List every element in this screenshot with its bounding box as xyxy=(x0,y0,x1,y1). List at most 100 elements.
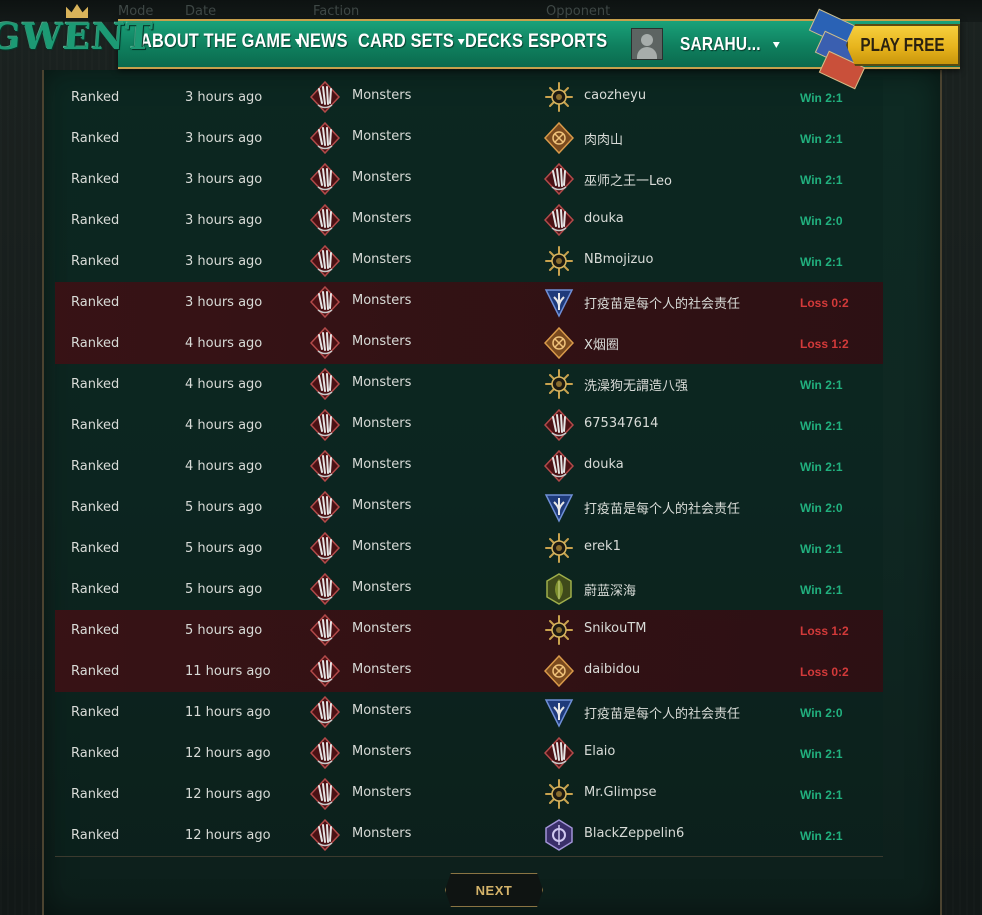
opponent-name[interactable]: douka xyxy=(584,211,624,226)
nilfgaard-sun-icon xyxy=(544,368,574,400)
monsters-claw-icon xyxy=(309,695,341,729)
monsters-claw-icon xyxy=(309,203,341,237)
user-avatar[interactable] xyxy=(631,28,663,60)
monsters-claw-icon xyxy=(309,777,341,811)
match-mode: Ranked xyxy=(71,459,120,474)
opponent-name[interactable]: 打疫苗是每个人的社会责任 xyxy=(584,293,740,312)
column-header-date: Date xyxy=(185,4,217,19)
match-time: 3 hours ago xyxy=(185,295,263,310)
match-time: 11 hours ago xyxy=(185,705,271,720)
table-row: Ranked 4 hours ago Monsters 洗澡狗无謂造八强 Win 2:1 xyxy=(55,364,883,405)
monsters-claw-icon xyxy=(309,408,341,442)
match-result: Win 2:1 xyxy=(800,829,843,843)
match-result: Loss 1:2 xyxy=(800,337,849,351)
monsters-claw-icon xyxy=(309,449,341,483)
opponent-name[interactable]: daibidou xyxy=(584,662,640,677)
player-faction: Monsters xyxy=(352,785,412,800)
monsters-claw-icon xyxy=(309,613,341,647)
player-faction: Monsters xyxy=(352,375,412,390)
match-mode: Ranked xyxy=(71,90,120,105)
gwent-logo[interactable]: GWENT xyxy=(0,4,155,68)
opponent-name[interactable]: 打疫苗是每个人的社会责任 xyxy=(584,703,740,722)
match-time: 5 hours ago xyxy=(185,500,263,515)
match-history-table: Ranked 3 hours ago Monsters caozheyu Win 2:1… xyxy=(55,77,883,856)
match-time: 11 hours ago xyxy=(185,664,271,679)
player-faction: Monsters xyxy=(352,621,412,636)
match-result: Win 2:1 xyxy=(800,788,843,802)
table-row: Ranked 3 hours ago Monsters 打疫苗是每个人的社会责任 Los… xyxy=(55,282,883,323)
table-row: Ranked 11 hours ago Monsters daibidou Loss 0… xyxy=(55,651,883,692)
match-result: Win 2:0 xyxy=(800,706,843,720)
opponent-name[interactable]: caozheyu xyxy=(584,88,646,103)
monsters-claw-icon xyxy=(543,736,575,770)
match-time: 5 hours ago xyxy=(185,582,263,597)
monsters-claw-icon xyxy=(309,736,341,770)
nav-decks[interactable]: DECKS xyxy=(465,31,523,53)
opponent-name[interactable]: douka xyxy=(584,457,624,472)
play-free-button[interactable]: PLAY FREE xyxy=(846,24,960,66)
player-faction: Monsters xyxy=(352,744,412,759)
table-row: Ranked 5 hours ago Monsters SnikouTM Loss 1:… xyxy=(55,610,883,651)
monsters-claw-icon xyxy=(309,244,341,278)
opponent-name[interactable]: 洗澡狗无謂造八强 xyxy=(584,375,688,394)
player-faction: Monsters xyxy=(352,211,412,226)
syndicate-coin-icon xyxy=(543,654,575,688)
northern-realms-lily-icon xyxy=(544,696,574,728)
northern-realms-lily-icon xyxy=(544,286,574,318)
player-faction: Monsters xyxy=(352,580,412,595)
nav-news[interactable]: NEWS xyxy=(298,31,348,53)
nav-esports[interactable]: ESPORTS xyxy=(528,31,607,53)
match-time: 4 hours ago xyxy=(185,336,263,351)
match-mode: Ranked xyxy=(71,705,120,720)
next-page-button[interactable]: NEXT xyxy=(445,873,543,907)
match-mode: Ranked xyxy=(71,787,120,802)
match-mode: Ranked xyxy=(71,377,120,392)
match-result: Win 2:1 xyxy=(800,419,843,433)
opponent-name[interactable]: NBmojizuo xyxy=(584,252,654,267)
nav-card-sets[interactable]: CARD SETS xyxy=(358,31,465,53)
nilfgaard-sun-icon xyxy=(544,532,574,564)
syndicate-coin-icon xyxy=(543,121,575,155)
opponent-name[interactable]: 打疫苗是每个人的社会责任 xyxy=(584,498,740,517)
opponent-name[interactable]: BlackZeppelin6 xyxy=(584,826,684,841)
user-menu[interactable]: SARAHU... xyxy=(680,34,780,55)
table-row: Ranked 3 hours ago Monsters caozheyu Win 2:1 xyxy=(55,77,883,118)
match-time: 12 hours ago xyxy=(185,828,271,843)
match-mode: Ranked xyxy=(71,828,120,843)
monsters-claw-icon xyxy=(309,818,341,852)
match-time: 3 hours ago xyxy=(185,213,263,228)
monsters-claw-icon xyxy=(309,326,341,360)
monsters-claw-icon xyxy=(309,531,341,565)
opponent-name[interactable]: 肉肉山 xyxy=(584,129,623,148)
table-row: Ranked 5 hours ago Monsters 打疫苗是每个人的社会责任 Win… xyxy=(55,487,883,528)
monsters-claw-icon xyxy=(309,572,341,606)
player-faction: Monsters xyxy=(352,129,412,144)
opponent-name[interactable]: Elaio xyxy=(584,744,615,759)
opponent-name[interactable]: 675347614 xyxy=(584,416,658,431)
opponent-name[interactable]: 巫师之王一Leo xyxy=(584,170,672,189)
player-faction: Monsters xyxy=(352,539,412,554)
match-result: Loss 0:2 xyxy=(800,665,849,679)
monsters-claw-icon xyxy=(309,367,341,401)
match-result: Win 2:1 xyxy=(800,173,843,187)
opponent-name[interactable]: SnikouTM xyxy=(584,621,647,636)
table-row: Ranked 4 hours ago Monsters 675347614 Win 2:… xyxy=(55,405,883,446)
table-bottom-divider xyxy=(55,856,883,857)
syndicate-coin-icon xyxy=(543,326,575,360)
opponent-name[interactable]: 蔚蓝深海 xyxy=(584,580,636,599)
player-faction: Monsters xyxy=(352,826,412,841)
player-faction: Monsters xyxy=(352,703,412,718)
nilfgaard-sun-icon xyxy=(544,614,574,646)
nav-about-the-game[interactable]: ABOUT THE GAME xyxy=(140,31,302,53)
match-time: 12 hours ago xyxy=(185,746,271,761)
monsters-claw-icon xyxy=(543,449,575,483)
player-faction: Monsters xyxy=(352,457,412,472)
match-result: Win 2:1 xyxy=(800,747,843,761)
match-mode: Ranked xyxy=(71,213,120,228)
opponent-name[interactable]: Mr.Glimpse xyxy=(584,785,656,800)
opponent-name[interactable]: X烟圈 xyxy=(584,334,619,353)
scoiatael-leaf-icon xyxy=(544,573,574,605)
match-result: Loss 0:2 xyxy=(800,296,849,310)
opponent-name[interactable]: erek1 xyxy=(584,539,621,554)
table-row: Ranked 12 hours ago Monsters Elaio Win 2:1 xyxy=(55,733,883,774)
